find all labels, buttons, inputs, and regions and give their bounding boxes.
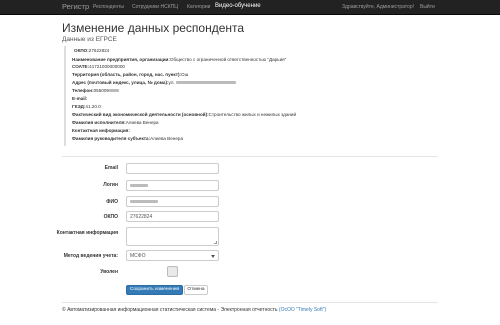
redacted-address	[175, 81, 236, 85]
redacted-phone	[108, 89, 119, 93]
nav-categories[interactable]: Категории	[187, 4, 210, 10]
resize-grip-icon[interactable]	[214, 241, 217, 244]
info-soate: СОАТЕ:41721000000000	[72, 64, 125, 69]
redacted-fio	[130, 200, 158, 204]
footer-link[interactable]: (ОсОО "Timely Soft")	[279, 307, 326, 313]
section-divider	[62, 156, 438, 157]
login-field[interactable]	[126, 180, 219, 191]
okpo-field[interactable]: 27622824	[126, 211, 219, 222]
method-label: Метод ведения учета:	[63, 253, 118, 259]
info-executor: Фамилия исполнителя:Алиева Венера	[72, 120, 159, 125]
top-navbar: Регистр Респонденты Сотрудники НСКПЦ Кат…	[0, 0, 500, 15]
logout-link[interactable]: Выйти	[420, 4, 435, 10]
info-head: Фамилия руководителя субъекта:Алиева Вен…	[72, 136, 183, 141]
chevron-down-icon	[211, 255, 215, 258]
fio-field[interactable]	[126, 196, 219, 207]
fired-label: Уволен	[100, 269, 118, 275]
info-email: E-mail:	[72, 96, 88, 101]
info-org-name: Наименование предприятия, организации:Об…	[72, 57, 287, 62]
email-label: Email	[104, 165, 118, 171]
info-activity: Фактический вид экономической деятельнос…	[72, 112, 297, 117]
method-select[interactable]: МСФО	[126, 250, 219, 261]
save-button[interactable]: Сохранить изменения	[126, 285, 183, 295]
info-okpo: ОКПО:27622824	[74, 48, 110, 53]
footer-text: © Автоматизированная информационная стат…	[62, 307, 278, 313]
email-field[interactable]	[126, 163, 219, 174]
contact-label: Контактная информация	[56, 230, 118, 236]
info-address: Адрес (почтовый индекс, улица, № дома):у…	[72, 80, 236, 86]
info-phone: Телефон:055009	[72, 88, 119, 94]
okpo-label: ОКПО	[103, 214, 118, 220]
nav-respondents[interactable]: Респонденты	[93, 4, 124, 10]
fired-checkbox[interactable]	[167, 266, 178, 277]
login-label: Логин	[103, 182, 118, 188]
contact-textarea[interactable]	[126, 227, 219, 246]
fio-label: ФИО	[106, 199, 118, 205]
nav-video-training[interactable]: Видео-обучение	[215, 3, 261, 9]
egrse-info-block: ОКПО:27622824 Наименование предприятия, …	[64, 46, 444, 146]
page-subtitle: Данные из ЕГРСЕ	[62, 36, 117, 43]
footer-divider	[62, 302, 438, 303]
footer: © Автоматизированная информационная стат…	[62, 307, 326, 313]
redacted-login	[130, 184, 148, 188]
page-title: Изменение данных респондента	[62, 21, 245, 35]
cancel-button[interactable]: Отмена	[184, 285, 208, 295]
info-gked: ГКЭД:41.20.0	[72, 104, 101, 109]
info-contact: Контактная информация:	[72, 128, 130, 133]
brand-link[interactable]: Регистр	[62, 2, 89, 11]
nav-staff[interactable]: Сотрудники НСКПЦ	[132, 4, 178, 10]
greeting-link[interactable]: Здравствуйте, Администратор!	[342, 4, 414, 10]
info-territory: Территория (область, район, город, нас. …	[72, 72, 189, 77]
